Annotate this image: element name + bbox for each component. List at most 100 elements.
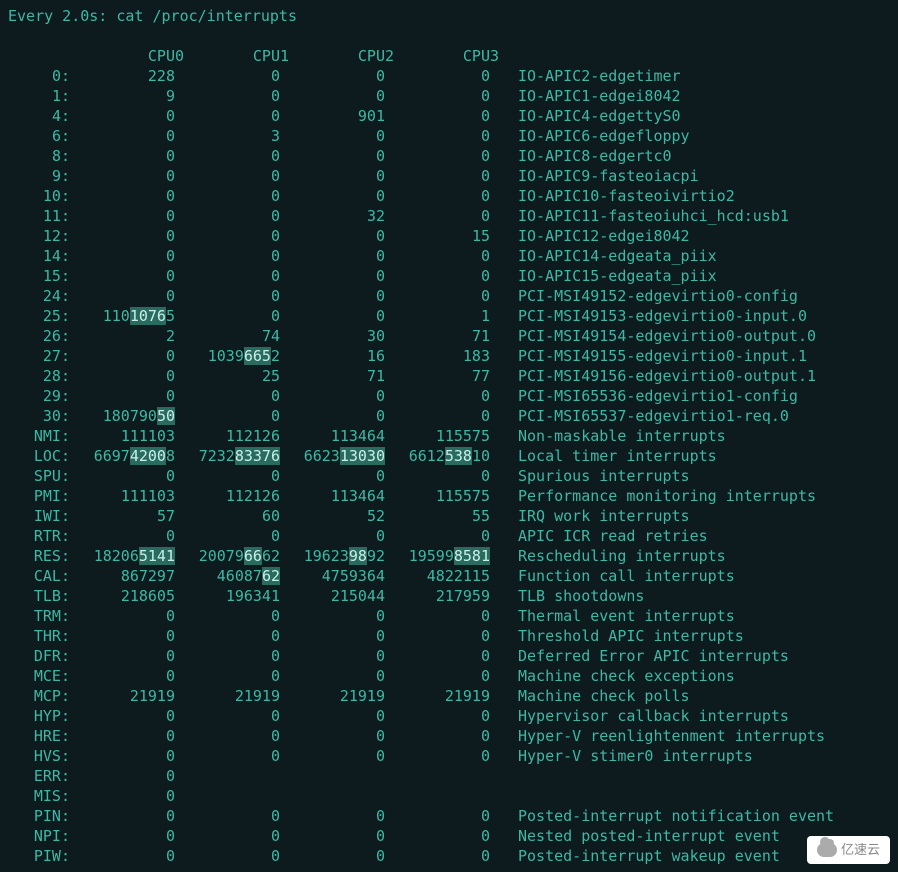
cpu-value: 0 — [385, 846, 490, 866]
cpu-value: 0 — [175, 266, 280, 286]
cpu-value: 21919 — [280, 686, 385, 706]
cpu-value: 0 — [175, 526, 280, 546]
cpu-value: 0 — [280, 646, 385, 666]
irq-label: 11: — [4, 206, 70, 226]
irq-device: timer — [635, 66, 680, 86]
irq-source: PCI-MSI — [490, 286, 581, 306]
cpu-value: 0 — [385, 206, 490, 226]
irq-edge: 14-edge — [581, 246, 644, 266]
cpu-value: 0 — [175, 806, 280, 826]
cpu-value: 196239892 — [280, 546, 385, 566]
table-row: CAL:867297460876247593644822115Function … — [4, 566, 898, 586]
irq-device: uhci_hcd:usb1 — [672, 206, 789, 226]
cpu-value: 0 — [70, 106, 175, 126]
irq-label: ERR: — [4, 766, 70, 786]
irq-label: NMI: — [4, 426, 70, 446]
irq-source: PCI-MSI — [490, 346, 581, 366]
table-row: 14:0000IO-APIC 14-edge ata_piix — [4, 246, 898, 266]
irq-source: IO-APIC — [490, 186, 581, 206]
cpu-value: 111103 — [70, 426, 175, 446]
cpu-value: 0 — [280, 606, 385, 626]
cpu-value: 111103 — [70, 486, 175, 506]
cpu-value: 60 — [175, 506, 280, 526]
cpu-value: 0 — [385, 146, 490, 166]
cpu-value: 0 — [175, 626, 280, 646]
cpu-value: 0 — [70, 366, 175, 386]
irq-description: Nested posted-interrupt event — [490, 826, 780, 846]
cpu-value: 0 — [175, 306, 280, 326]
cpu-value: 0 — [280, 806, 385, 826]
cpu-value: 15 — [385, 226, 490, 246]
irq-device: floppy — [635, 126, 689, 146]
irq-device: i8042 — [635, 86, 680, 106]
table-row: 1:9000IO-APIC 1-edge i8042 — [4, 86, 898, 106]
irq-label: SPU: — [4, 466, 70, 486]
cpu-value: 0 — [385, 746, 490, 766]
cpu-value: 57 — [70, 506, 175, 526]
irq-label: 0: — [4, 66, 70, 86]
cpu-value: 0 — [280, 66, 385, 86]
cpu-value: 4822115 — [385, 566, 490, 586]
irq-label: 1: — [4, 86, 70, 106]
irq-label: RTR: — [4, 526, 70, 546]
irq-edge: 49156-edge — [581, 366, 671, 386]
irq-device: virtio2 — [672, 186, 735, 206]
cpu-value: 0 — [70, 286, 175, 306]
cpu-value: 0 — [175, 226, 280, 246]
table-row: TLB:218605196341215044217959TLB shootdow… — [4, 586, 898, 606]
irq-source: IO-APIC — [490, 86, 581, 106]
cpu-value: 901 — [280, 106, 385, 126]
irq-source: PCI-MSI — [490, 326, 581, 346]
irq-label: 6: — [4, 126, 70, 146]
irq-device: virtio0-input.1 — [672, 346, 807, 366]
irq-description: Machine check polls — [490, 686, 690, 706]
cpu-header: CPU3 — [394, 46, 499, 66]
irq-edge: 49154-edge — [581, 326, 671, 346]
table-row: HVS:0000Hyper-V stimer0 interrupts — [4, 746, 898, 766]
cpu-value: 112126 — [175, 426, 280, 446]
cpu-value: 113464 — [280, 426, 385, 446]
irq-label: 8: — [4, 146, 70, 166]
cpu-value: 228 — [70, 66, 175, 86]
cpu-value: 0 — [280, 626, 385, 646]
cpu-value: 0 — [175, 66, 280, 86]
cpu-header: CPU2 — [289, 46, 394, 66]
table-row: 28:0257177PCI-MSI 49156-edge virtio0-out… — [4, 366, 898, 386]
table-row: NMI:111103112126113464115575Non-maskable… — [4, 426, 898, 446]
cpu-value: 0 — [175, 606, 280, 626]
table-row: 8:0000IO-APIC 8-edge rtc0 — [4, 146, 898, 166]
watch-header: Every 2.0s: cat /proc/interrupts — [4, 6, 898, 26]
watermark-text: 亿速云 — [841, 840, 880, 860]
cpu-value: 0 — [385, 726, 490, 746]
cpu-value: 0 — [385, 706, 490, 726]
table-row: 10:0000IO-APIC 10-fasteoi virtio2 — [4, 186, 898, 206]
cpu-value: 0 — [175, 826, 280, 846]
cpu-value: 32 — [280, 206, 385, 226]
cpu-value: 0 — [385, 826, 490, 846]
cpu-value: 0 — [280, 706, 385, 726]
cpu-value: 0 — [70, 386, 175, 406]
irq-label: 29: — [4, 386, 70, 406]
irq-description: Deferred Error APIC interrupts — [490, 646, 789, 666]
cpu-value: 0 — [385, 606, 490, 626]
cpu-value: 115575 — [385, 486, 490, 506]
cpu-value: 0 — [280, 466, 385, 486]
irq-description: Posted-interrupt notification event — [490, 806, 834, 826]
irq-source: IO-APIC — [490, 246, 581, 266]
table-row: IWI:57605255IRQ work interrupts — [4, 506, 898, 526]
irq-source: PCI-MSI — [490, 386, 581, 406]
cpu-value: 0 — [70, 806, 175, 826]
cpu-value: 3 — [175, 126, 280, 146]
table-row: MIS:0 — [4, 786, 898, 806]
irq-label: 12: — [4, 226, 70, 246]
cpu-value: 9 — [70, 86, 175, 106]
irq-label: 4: — [4, 106, 70, 126]
irq-edge: 49155-edge — [581, 346, 671, 366]
irq-device: rtc0 — [635, 146, 671, 166]
table-row: PIN:0000Posted-interrupt notification ev… — [4, 806, 898, 826]
irq-source: PCI-MSI — [490, 306, 581, 326]
irq-device: ata_piix — [644, 246, 716, 266]
irq-device: virtio0-output.1 — [672, 366, 817, 386]
irq-edge: 8-edge — [581, 146, 635, 166]
cpu-value: 200796662 — [175, 546, 280, 566]
